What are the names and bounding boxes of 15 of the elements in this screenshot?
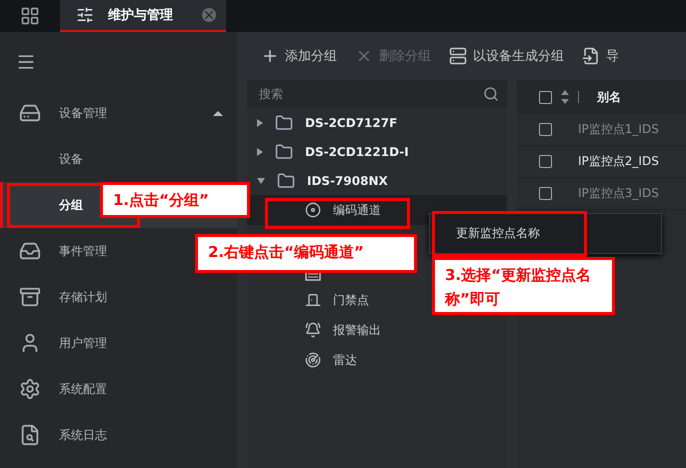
annotation-tooltip: 2.右键点击“编码通道” bbox=[195, 234, 417, 273]
tree-item-label: DS-2CD7127F bbox=[305, 116, 398, 130]
annotation-tooltip: 1.点击“分组” bbox=[100, 182, 250, 218]
tree-item-label: IDS-7908NX bbox=[307, 174, 388, 188]
table-cell: IP监控点3_IDS bbox=[578, 185, 659, 202]
tree-item-label: 雷达 bbox=[333, 352, 357, 368]
tab-label: 维护与管理 bbox=[108, 6, 174, 24]
table-cell: IP监控点1_IDS bbox=[578, 121, 659, 138]
tree-item-label: 编码通道 bbox=[333, 202, 381, 218]
tree-item-label: 门禁点 bbox=[333, 292, 369, 308]
column-header: 别名 bbox=[597, 88, 621, 106]
tree-item-label: DS-2CD1221D-I bbox=[305, 144, 409, 158]
annotation-tooltip: 3.选择“更新监控点名称”即可 bbox=[432, 257, 615, 315]
table-cell: IP监控点2_IDS bbox=[578, 153, 659, 170]
tree-item-label: 报警输出 bbox=[333, 322, 381, 338]
